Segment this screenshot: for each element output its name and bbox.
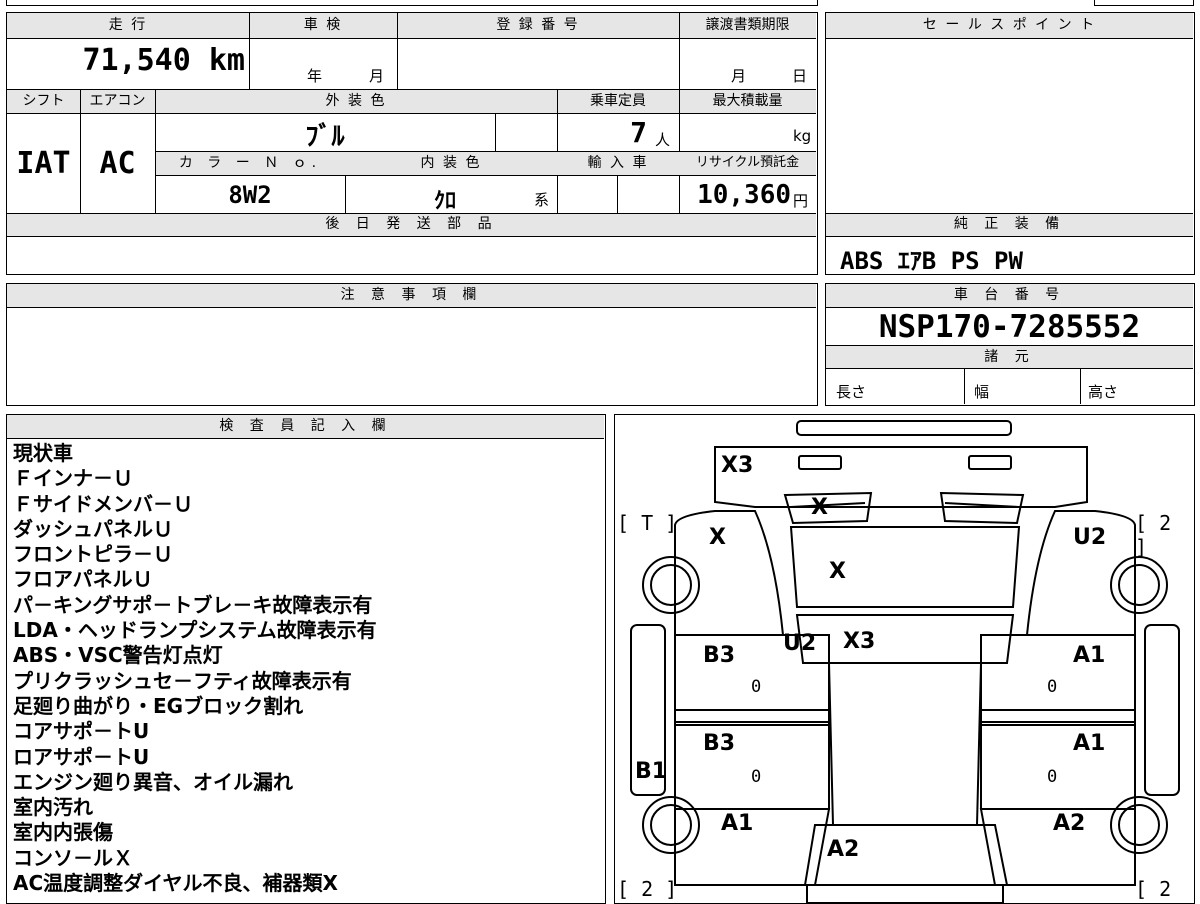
remark-line: 現状車 [13,441,73,465]
transfer-day-unit: 日 [792,67,808,85]
length-label: 長さ [836,383,867,401]
remark-line: LDA・ヘッドランプシステム故障表示有 [13,618,377,643]
mark-cowl: U2 [783,631,817,656]
recycle-fee-value: 10,360 [697,180,791,210]
capacity-unit: 人 [655,131,671,149]
mark-front-bumper: X3 [721,453,754,478]
ac-value: AC [99,146,136,181]
mark-zero: 0 [1047,677,1058,697]
notes-box: 注 意 事 項 欄 [6,283,818,406]
mileage-value: 71,540 km [82,43,245,78]
mark-grille: X [811,495,828,520]
mark-right-quarter: A2 [1053,811,1086,836]
remark-line: 室内内張傷 [13,820,113,845]
remark-line: コンソ－ルＸ [13,845,133,870]
remark-line: AC温度調整ダイヤル不良、補器類X [13,871,338,896]
max-load-label: 最大積載量 [712,93,783,109]
remark-line: 室内汚れ [13,795,93,820]
inspection-year-unit: 年 [307,67,323,85]
remark-line: フロアパネルＵ [13,567,153,592]
tire-front-left: [ T ] [617,511,678,535]
remark-line: ダッシュパネルＵ [13,516,173,541]
transfer-deadline-label: 譲渡書類期限 [705,17,790,33]
mark-left-rear-door: B3 [703,731,736,756]
max-load-unit: kg [793,127,812,145]
transfer-month-unit: 月 [731,67,747,85]
inspection-month-unit: 月 [369,67,385,85]
chassis-box: 車 台 番 号 NSP170-7285552 諸 元 長さ 幅 高さ [825,283,1195,406]
remark-line: プリクラッシュセ－フティ故障表示有 [13,668,352,693]
width-label: 幅 [974,383,990,401]
top-strip [6,0,818,6]
remark-line: ロアサポ－トU [13,744,150,769]
car-outline [630,420,1180,903]
exterior-color-value: ﾌﾞﾙ [305,122,345,152]
mark-bonnet: X [829,559,846,584]
sales-point-label: セ ー ル ス ポ イ ン ト [922,17,1097,33]
mark-left-front-door: B3 [703,643,736,668]
mark-windshield: X3 [843,629,876,654]
color-no-label: カ ラ ー Ｎ ｏ. [178,155,322,171]
tire-rear-left: [ 2 ] [617,877,678,901]
vehicle-info-table: 走 行 車 検 登 録 番 号 譲渡書類期限 71,540 km 年 月 月 日… [6,12,818,275]
sales-point-box: セ ー ル ス ポ イ ン ト 純 正 装 備 ABS ｴｱB PS PW [825,12,1195,275]
tire-front-right: [ 2 ] [1135,511,1172,559]
remark-line: フロントピラ－Ｕ [13,542,173,567]
shift-value: IAT [16,146,71,181]
interior-color-unit: 系 [534,191,550,209]
remark-line: Ｆサイドメンバ－Ｕ [13,491,193,516]
recycle-unit: 円 [793,192,809,210]
mark-zero: 0 [751,677,762,697]
mark-front-right-fender: U2 [1073,525,1107,550]
specs-label: 諸 元 [984,349,1035,365]
registration-label: 登 録 番 号 [496,17,580,33]
recycle-label: リサイクル預託金 [695,155,800,170]
inspector-remarks: 現状車 Ｆインナ－Ｕ Ｆサイドメンバ－Ｕ ダッシュパネルＵ フロントピラ－Ｕ フ… [13,441,603,896]
mark-left-quarter: A1 [721,811,754,836]
exterior-color-label: 外 装 色 [325,93,387,109]
mark-right-front-door: A1 [1073,643,1106,668]
inspector-label: 検 査 員 記 入 欄 [219,418,392,434]
mark-zero: 0 [1047,767,1058,787]
capacity-value: 7 [630,116,647,149]
ac-label: エアコン [89,93,146,109]
mark-left-sill: B1 [635,759,668,784]
inspector-box: 検 査 員 記 入 欄 現状車 Ｆインナ－Ｕ Ｆサイドメンバ－Ｕ ダッシュパネル… [6,414,606,904]
remark-line: Ｆインナ－Ｕ [13,466,133,491]
later-parts-label: 後 日 発 送 部 品 [325,216,498,232]
chassis-number: NSP170-7285552 [878,309,1141,345]
remark-line: エンジン廻り異音、オイル漏れ [13,769,293,794]
chassis-label: 車 台 番 号 [953,287,1066,303]
remark-line: コアサポ－トU [13,719,150,744]
mileage-label: 走 行 [108,17,148,33]
remark-line: ABS・VSC警告灯点灯 [13,643,223,668]
import-label: 輸 入 車 [587,155,649,171]
equipment-value: ABS ｴｱB PS PW [840,247,1023,275]
top-strip-right [1094,0,1194,6]
notes-label: 注 意 事 項 欄 [340,287,483,303]
shift-label: シフト [22,93,65,109]
interior-color-value: ｸﾛ [433,189,456,214]
height-label: 高さ [1088,383,1119,401]
interior-color-label: 内 装 色 [420,155,482,171]
mark-rear-center: A2 [827,837,860,862]
mark-zero: 0 [751,767,762,787]
remark-line: 足廻り曲がり・EGブロック割れ [13,693,304,718]
mark-front-left-fender: X [709,525,726,550]
equipment-label: 純 正 装 備 [953,216,1066,232]
remark-line: パ－キングサポ－トブレ－キ故障表示有 [13,592,373,617]
mark-right-rear-door: A1 [1073,731,1106,756]
capacity-label: 乗車定員 [590,93,646,109]
damage-diagram: X3 X X X U2 U2 X3 B3 0 B3 0 A1 0 A1 0 B1… [614,414,1195,904]
inspection-label: 車 検 [303,17,343,33]
color-no-value: 8W2 [228,181,272,209]
